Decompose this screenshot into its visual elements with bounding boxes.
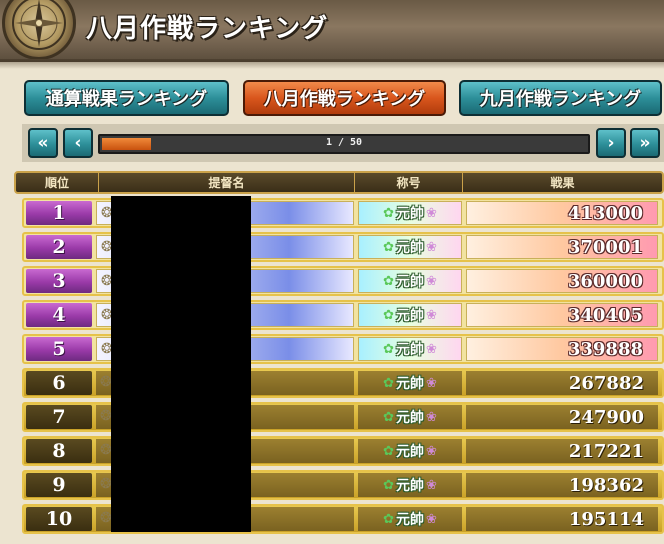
title-text: 元帥 — [396, 308, 424, 324]
compass-icon — [2, 0, 76, 60]
title-text: 元帥 — [396, 342, 424, 358]
page-indicator: 1 / 50 — [325, 137, 363, 148]
ornament-icon: ❂ — [100, 374, 112, 390]
table-header: 順位 提督名 称号 戦果 — [14, 171, 664, 194]
title-cell: ✿ 元帥 ❀ — [358, 337, 462, 361]
leaf-icon: ✿ — [383, 477, 394, 493]
title-cell: ✿ 元帥 ❀ — [358, 507, 462, 531]
flower-icon: ❀ — [426, 511, 437, 527]
title-badge: ✿ 元帥 ❀ — [383, 203, 437, 223]
score-cell: 370001 — [466, 235, 658, 259]
title-badge: ✿ 元帥 ❀ — [383, 475, 437, 495]
title-text: 元帥 — [396, 512, 424, 528]
header-rank: 順位 — [44, 176, 69, 190]
flower-icon: ❀ — [426, 443, 437, 459]
double-chevron-right-icon: » — [639, 133, 651, 153]
tab-september-ranking[interactable]: 九月作戦ランキング — [459, 80, 662, 116]
title-badge: ✿ 元帥 ❀ — [383, 407, 437, 427]
page-progress-track[interactable]: 1 / 50 — [98, 134, 590, 154]
title-badge: ✿ 元帥 ❀ — [383, 305, 437, 325]
chevron-right-icon: › — [607, 133, 615, 153]
score-cell: 195114 — [466, 507, 658, 531]
title-badge: ✿ 元帥 ❀ — [383, 237, 437, 257]
flower-icon: ❀ — [426, 205, 437, 221]
leaf-icon: ✿ — [383, 307, 394, 323]
title-badge: ✿ 元帥 ❀ — [383, 271, 437, 291]
title-text: 元帥 — [396, 274, 424, 290]
title-cell: ✿ 元帥 ❀ — [358, 439, 462, 463]
title-text: 元帥 — [396, 410, 424, 426]
rank-cell: 2 — [26, 235, 92, 259]
flower-icon: ❀ — [426, 273, 437, 289]
leaf-icon: ✿ — [383, 273, 394, 289]
flower-icon: ❀ — [426, 307, 437, 323]
score-cell: 217221 — [466, 439, 658, 463]
page-title: 八月作戦ランキング — [86, 14, 329, 44]
title-cell: ✿ 元帥 ❀ — [358, 473, 462, 497]
rank-cell: 8 — [26, 439, 92, 463]
title-text: 元帥 — [396, 240, 424, 256]
score-cell: 340405 — [466, 303, 658, 327]
tab-total-ranking[interactable]: 通算戦果ランキング — [24, 80, 229, 116]
score-cell: 247900 — [466, 405, 658, 429]
title-badge: ✿ 元帥 ❀ — [383, 373, 437, 393]
rank-cell: 1 — [26, 201, 92, 225]
leaf-icon: ✿ — [383, 511, 394, 527]
title-cell: ✿ 元帥 ❀ — [358, 303, 462, 327]
title-cell: ✿ 元帥 ❀ — [358, 201, 462, 225]
leaf-icon: ✿ — [383, 341, 394, 357]
title-text: 元帥 — [396, 478, 424, 494]
ornament-icon: ❂ — [100, 476, 112, 492]
rank-cell: 7 — [26, 405, 92, 429]
double-chevron-left-icon: « — [37, 133, 49, 153]
last-page-button[interactable]: » — [630, 128, 660, 158]
rank-cell: 6 — [26, 371, 92, 395]
ornament-icon: ❂ — [100, 442, 112, 458]
tab-august-ranking[interactable]: 八月作戦ランキング — [243, 80, 446, 116]
chevron-left-icon: ‹ — [74, 133, 82, 153]
flower-icon: ❀ — [426, 477, 437, 493]
title-badge: ✿ 元帥 ❀ — [383, 441, 437, 461]
header-score: 戦果 — [462, 173, 662, 192]
score-cell: 198362 — [466, 473, 658, 497]
leaf-icon: ✿ — [383, 375, 394, 391]
rank-cell: 10 — [26, 507, 92, 531]
flower-icon: ❀ — [426, 341, 437, 357]
score-cell: 360000 — [466, 269, 658, 293]
leaf-icon: ✿ — [383, 205, 394, 221]
title-cell: ✿ 元帥 ❀ — [358, 235, 462, 259]
flower-icon: ❀ — [426, 375, 437, 391]
header-title: 称号 — [354, 173, 462, 192]
prev-page-button[interactable]: ‹ — [63, 128, 93, 158]
first-page-button[interactable]: « — [28, 128, 58, 158]
score-cell: 339888 — [466, 337, 658, 361]
leaf-icon: ✿ — [383, 443, 394, 459]
rank-cell: 3 — [26, 269, 92, 293]
flower-icon: ❀ — [426, 239, 437, 255]
rank-cell: 9 — [26, 473, 92, 497]
title-text: 元帥 — [396, 376, 424, 392]
title-text: 元帥 — [396, 444, 424, 460]
rank-cell: 5 — [26, 337, 92, 361]
title-badge: ✿ 元帥 ❀ — [383, 509, 437, 529]
header-name: 提督名 — [98, 173, 354, 192]
title-badge: ✿ 元帥 ❀ — [383, 339, 437, 359]
header-banner: 八月作戦ランキング — [0, 0, 664, 69]
ornament-icon: ❂ — [100, 510, 112, 526]
leaf-icon: ✿ — [383, 239, 394, 255]
title-text: 元帥 — [396, 206, 424, 222]
ornament-icon: ❂ — [100, 408, 112, 424]
title-cell: ✿ 元帥 ❀ — [358, 371, 462, 395]
score-cell: 413000 — [466, 201, 658, 225]
title-cell: ✿ 元帥 ❀ — [358, 405, 462, 429]
next-page-button[interactable]: › — [596, 128, 626, 158]
rank-cell: 4 — [26, 303, 92, 327]
score-cell: 267882 — [466, 371, 658, 395]
flower-icon: ❀ — [426, 409, 437, 425]
leaf-icon: ✿ — [383, 409, 394, 425]
redaction-block — [111, 196, 251, 532]
title-cell: ✿ 元帥 ❀ — [358, 269, 462, 293]
